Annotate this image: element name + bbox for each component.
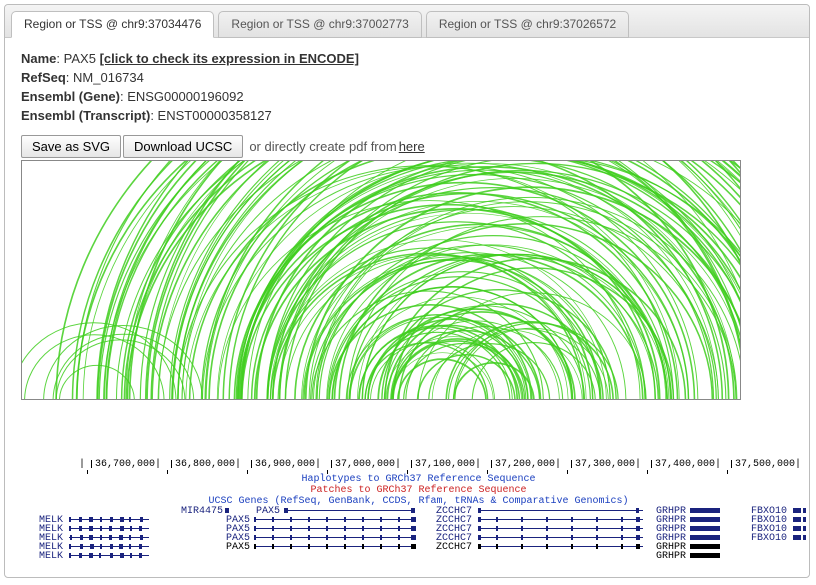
patches-title: Patches to GRCh37 Reference Sequence [31,485,806,496]
gene-label: GRHPR [656,551,686,562]
refseq-label: RefSeq [21,70,66,85]
main-panel: Region or TSS @ chr9:37034476 Region or … [4,4,810,578]
scale-tick-label: 37,300,000| [575,459,641,470]
tab-region-1[interactable]: Region or TSS @ chr9:37002773 [218,11,421,38]
scale-tick-label: 37,100,000| [415,459,481,470]
gene-label: PAX5 [226,542,250,553]
scale-tick-label: 36,800,000| [175,459,241,470]
interaction-arc-plot [21,160,741,400]
scale-ruler: 36,700,000| 36,800,000| 36,900,000| 37,000,… [31,460,806,474]
ensembl-transcript-label: Ensembl (Transcript) [21,108,150,123]
ucsc-genes-title: UCSC Genes (RefSeq, GenBank, CCDS, Rfam,… [31,496,806,507]
pdf-hint-text: or directly create pdf from [249,139,396,154]
create-pdf-link[interactable]: here [399,139,425,154]
encode-expression-link[interactable]: [click to check its expression in ENCODE… [100,51,359,66]
download-ucsc-button[interactable]: Download UCSC [123,135,243,158]
scale-tick-label: 37,200,000| [495,459,561,470]
gene-label: FBXO10 [751,533,787,544]
tab-content: Name: PAX5 [click to check its expressio… [5,38,809,577]
haplotypes-title: Haplotypes to GRCh37 Reference Sequence [31,474,806,485]
tab-bar: Region or TSS @ chr9:37034476 Region or … [5,5,809,38]
gene-tracks: MIR4475PAX5ZCCHC7GRHPRFBXO10MELKPAX5ZCCH… [31,507,806,567]
ensembl-gene-label: Ensembl (Gene) [21,89,120,104]
gene-label: MELK [39,551,63,562]
tab-region-2[interactable]: Region or TSS @ chr9:37026572 [426,11,629,38]
genome-track-area: 36,700,000| 36,800,000| 36,900,000| 37,000,… [31,460,806,567]
save-svg-button[interactable]: Save as SVG [21,135,121,158]
gene-label: PAX5 [256,506,280,517]
gene-metadata: Name: PAX5 [click to check its expressio… [21,50,793,125]
name-label: Name [21,51,56,66]
scale-tick-label: 37,500,000| [735,459,801,470]
refseq-value: NM_016734 [73,70,144,85]
name-value: PAX5 [64,51,96,66]
arc-svg [22,161,741,400]
export-button-row: Save as SVG Download UCSC or directly cr… [21,135,793,158]
gene-label: ZCCHC7 [436,542,472,553]
ensembl-transcript-value: ENST00000358127 [158,108,272,123]
scale-tick-label: 36,700,000| [95,459,161,470]
scale-tick-label: 37,000,000| [335,459,401,470]
scale-tick-label: 37,400,000| [655,459,721,470]
ensembl-gene-value: ENSG00000196092 [127,89,243,104]
gene-label: MIR4475 [181,506,223,517]
scale-tick-label: 36,900,000| [255,459,321,470]
tab-region-0[interactable]: Region or TSS @ chr9:37034476 [11,11,214,38]
